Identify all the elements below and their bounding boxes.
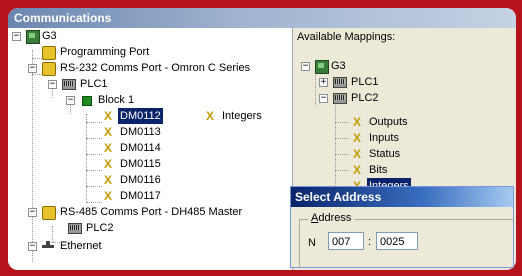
address-prefix: N bbox=[308, 237, 316, 249]
collapse-toggle[interactable]: − bbox=[301, 62, 310, 71]
ethernet-icon bbox=[42, 241, 54, 248]
element-number-input[interactable]: 0025 bbox=[376, 232, 418, 250]
register-icon: X bbox=[103, 173, 112, 187]
register-icon: X bbox=[103, 141, 112, 155]
port-icon bbox=[42, 206, 56, 220]
computer-icon bbox=[26, 30, 40, 44]
select-address-dialog: Select Address Address N 007 : 0025 bbox=[290, 186, 514, 268]
register-icon: X bbox=[103, 157, 112, 171]
collapse-toggle[interactable]: − bbox=[319, 94, 328, 103]
plc-icon bbox=[68, 223, 82, 234]
address-group-label: Address bbox=[308, 212, 355, 224]
mapping-icon: X bbox=[352, 147, 361, 161]
port-icon bbox=[42, 46, 56, 60]
collapse-toggle[interactable]: − bbox=[66, 96, 75, 105]
register-icon: X bbox=[103, 109, 112, 123]
collapse-toggle[interactable]: − bbox=[28, 64, 37, 73]
plc-icon bbox=[62, 79, 76, 90]
block-icon bbox=[82, 96, 92, 106]
address-group: Address N 007 : 0025 bbox=[299, 212, 514, 268]
available-mappings-title: Available Mappings: bbox=[297, 31, 396, 43]
register-icon: X bbox=[103, 125, 112, 139]
mapping-icon: X bbox=[205, 109, 214, 123]
computer-icon bbox=[315, 60, 329, 74]
plc-icon bbox=[333, 77, 347, 88]
port-icon bbox=[42, 62, 56, 76]
collapse-toggle[interactable]: − bbox=[48, 80, 57, 89]
dialog-title: Select Address bbox=[295, 190, 382, 204]
address-separator: : bbox=[368, 236, 372, 248]
collapse-toggle[interactable]: − bbox=[28, 208, 37, 217]
register-icon: X bbox=[103, 189, 112, 203]
mapping-icon: X bbox=[352, 131, 361, 145]
window-titlebar: Communications bbox=[8, 8, 516, 28]
plc-icon bbox=[333, 93, 347, 104]
expand-toggle[interactable]: + bbox=[319, 78, 328, 87]
dialog-titlebar[interactable]: Select Address bbox=[291, 187, 513, 207]
collapse-toggle[interactable]: − bbox=[28, 242, 37, 251]
mapping-icon: X bbox=[352, 115, 361, 129]
mapping-icon: X bbox=[352, 163, 361, 177]
window-title: Communications bbox=[14, 11, 112, 25]
communications-tree[interactable]: − G3 Programming Port − RS-232 Comms Por… bbox=[8, 28, 293, 270]
collapse-toggle[interactable]: − bbox=[12, 32, 21, 41]
file-number-input[interactable]: 007 bbox=[328, 232, 364, 250]
